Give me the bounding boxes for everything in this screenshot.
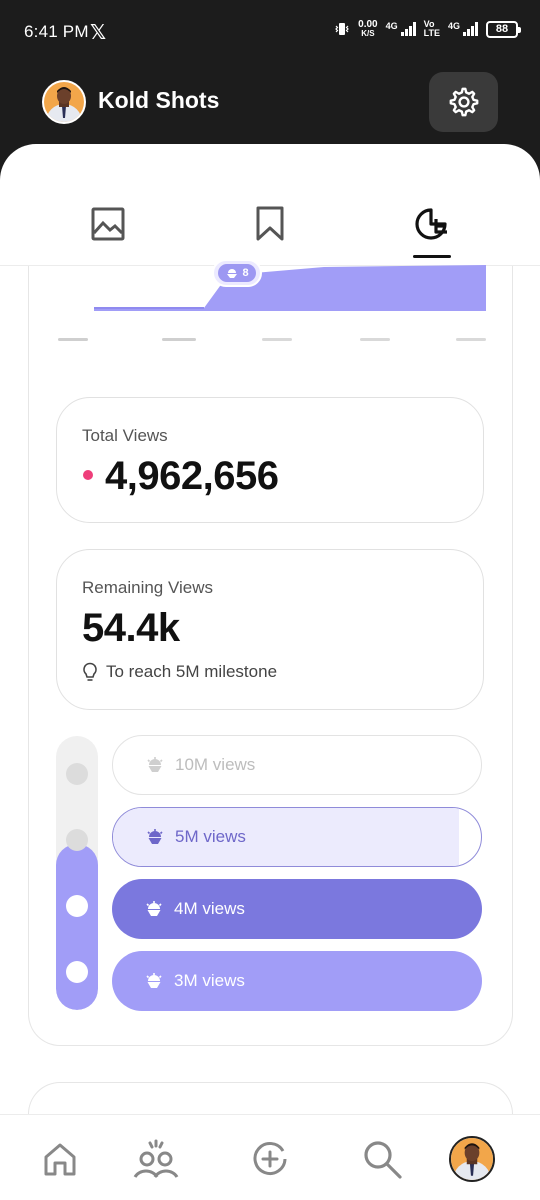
sim1-label: 4G (385, 21, 398, 31)
battery-icon: 88 (486, 20, 521, 38)
settings-button[interactable] (429, 72, 498, 132)
views-chart (94, 265, 486, 311)
nav-search[interactable] (357, 1135, 407, 1183)
avatar-image (44, 82, 84, 122)
image-icon (91, 207, 125, 241)
remaining-views-value: 54.4k (82, 606, 180, 650)
signal-bars-icon (463, 22, 478, 36)
milestone-progress-track (56, 736, 98, 1010)
chart-milestone-badge[interactable]: 8 (212, 259, 262, 287)
total-views-value: 4,962,656 (105, 454, 279, 498)
chart-axis-ticks (58, 338, 488, 342)
status-icons: 0.00 K/S 4G Vo LTE 4G 88 (334, 19, 521, 39)
search-icon (364, 1141, 402, 1179)
add-circle-icon (253, 1142, 287, 1175)
milestone-hint: To reach 5M milestone (82, 662, 277, 682)
status-bar: 6:41 PM 𝕏 0.00 K/S 4G Vo LTE 4G 88 (0, 0, 540, 60)
badge-inner: 8 (218, 264, 256, 282)
nav-profile[interactable] (447, 1135, 497, 1183)
avatar (449, 1136, 495, 1182)
lamp-icon (144, 972, 164, 990)
milestone-10m[interactable]: 10M views (112, 735, 482, 795)
bookmark-icon (256, 206, 284, 241)
milestone-dot-3m (66, 961, 88, 983)
milestone-dot-10m (66, 763, 88, 785)
sim2-label: 4G (447, 21, 460, 31)
people-icon (133, 1139, 179, 1178)
username: Kold Shots (98, 87, 220, 113)
x-app-icon: 𝕏 (90, 22, 107, 44)
tab-stats[interactable] (402, 206, 462, 258)
chart-area (94, 265, 486, 311)
milestone-dot-4m (66, 895, 88, 917)
lamp-icon (144, 900, 164, 918)
net-speed-unit: K/S (361, 29, 375, 38)
gear-icon (449, 87, 478, 117)
milestone-dot-5m (66, 829, 88, 851)
axis-tick (162, 338, 196, 341)
nav-create[interactable] (245, 1135, 295, 1183)
remaining-views-label: Remaining Views (82, 578, 214, 597)
remaining-views-card: Remaining Views 54.4k To reach 5M milest… (56, 549, 484, 710)
milestone-progress-fill (56, 844, 98, 1010)
bottom-nav (0, 1114, 540, 1200)
profile-tabs (0, 192, 540, 266)
milestone-label: 3M views (174, 971, 245, 990)
lamp-icon (145, 828, 165, 846)
avatar[interactable] (42, 80, 86, 124)
milestone-hint-text: To reach 5M milestone (106, 662, 278, 681)
milestone-label: 5M views (175, 827, 246, 846)
axis-tick (262, 338, 292, 341)
total-views-label: Total Views (82, 426, 168, 445)
nav-home[interactable] (35, 1135, 85, 1183)
milestone-label: 10M views (175, 755, 256, 774)
axis-tick (456, 338, 486, 341)
total-views-card: Total Views 4,962,656 (56, 397, 484, 523)
milestone-label: 4M views (174, 899, 245, 918)
axis-tick (58, 338, 88, 341)
vibrate-icon (335, 23, 350, 35)
milestone-3m[interactable]: 3M views (112, 951, 482, 1011)
signal-bars-icon (400, 22, 416, 36)
signal-sim2: 4G (448, 22, 478, 36)
status-time: 6:41 PM (24, 22, 89, 41)
signal-sim1: 4G (386, 22, 416, 36)
tab-gallery[interactable] (78, 206, 138, 256)
volte-indicator: Vo LTE (424, 20, 440, 38)
lamp-icon (145, 756, 165, 774)
nav-community[interactable] (131, 1135, 181, 1183)
tab-saved[interactable] (240, 206, 300, 256)
home-icon (44, 1143, 76, 1176)
axis-tick (360, 338, 390, 341)
volte-bottom: LTE (423, 28, 440, 38)
net-speed: 0.00 K/S (358, 19, 378, 39)
pie-chart-icon (415, 208, 447, 240)
lightbulb-icon (83, 662, 97, 681)
avatar-image (451, 1138, 493, 1180)
milestone-5m[interactable]: 5M views (112, 807, 482, 867)
badge-count: 8 (242, 267, 249, 279)
battery-level: 88 (495, 23, 509, 35)
net-speed-value: 0.00 (358, 19, 378, 30)
milestone-4m[interactable]: 4M views (112, 879, 482, 939)
lamp-icon (227, 269, 238, 278)
live-dot (83, 470, 93, 480)
